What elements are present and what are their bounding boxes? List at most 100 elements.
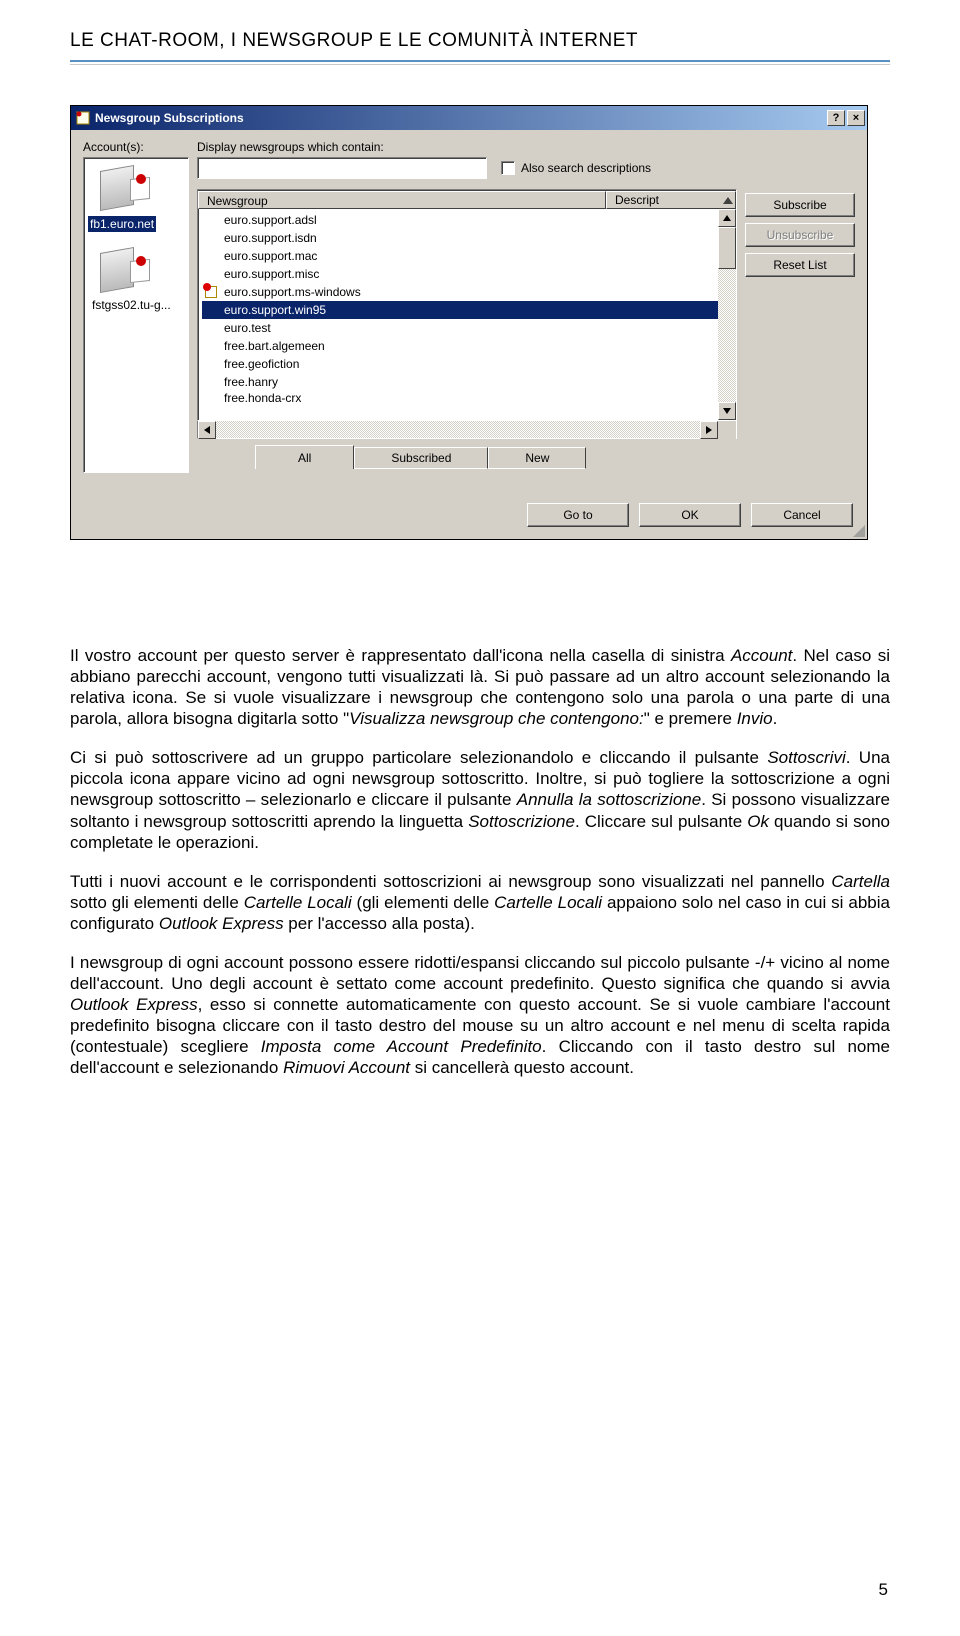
resize-grip-icon[interactable] [851,523,865,537]
scroll-up-button[interactable] [718,209,736,227]
paragraph: Tutti i nuovi account e le corrispondent… [70,871,890,934]
text: Tutti i nuovi account e le corrispondent… [70,872,831,891]
help-button[interactable]: ? [827,110,845,126]
tabs: All Subscribed New [197,445,737,469]
text: sotto gli elementi delle [70,893,244,912]
text-italic: Outlook Express [159,914,284,933]
titlebar-text: Newsgroup Subscriptions [95,111,825,125]
scroll-thumb[interactable] [718,227,736,269]
newsgroup-list: Newsgroup Descript euro.support.adsl eur… [197,189,737,439]
text-italic: Cartelle Locali [494,893,602,912]
text: " e premere [644,709,737,728]
checkbox-icon [501,161,515,175]
filter-label: Display newsgroups which contain: [197,140,737,154]
tab-subscribed[interactable]: Subscribed [354,447,488,469]
filter-input[interactable] [197,157,487,179]
close-button[interactable]: × [847,110,865,126]
account-item[interactable]: fb1.euro.net [88,164,184,232]
list-item[interactable]: free.bart.algemeen [202,337,718,355]
list-item-label: free.bart.algemeen [222,339,327,353]
vertical-scrollbar[interactable] [718,209,736,420]
scroll-corner [718,421,736,439]
reset-list-button[interactable]: Reset List [745,253,855,277]
text: . Cliccare sul pulsante [575,812,747,831]
text-italic: Rimuovi Account [283,1058,410,1077]
ok-button[interactable]: OK [639,503,741,527]
chevron-left-icon [204,426,210,434]
header-rule-top [70,60,890,62]
list-item-selected[interactable]: euro.support.win95 [202,301,718,319]
paragraph: Il vostro account per questo server è ra… [70,645,890,729]
scroll-down-button[interactable] [718,402,736,420]
paragraph: I newsgroup di ogni account possono esse… [70,952,890,1078]
scroll-track[interactable] [718,227,736,402]
account-label: fb1.euro.net [88,216,156,232]
text-italic: Imposta come Account Predefinito [261,1037,542,1056]
unsubscribe-button[interactable]: Unsubscribe [745,223,855,247]
list-item-label: euro.support.mac [222,249,319,263]
column-header-description-text: Descript [615,193,659,207]
list-item[interactable]: free.hanry [202,373,718,391]
list-item[interactable]: free.honda-crx [202,391,718,405]
list-item[interactable]: euro.support.adsl [202,211,718,229]
accounts-list[interactable]: fb1.euro.net fstgss02.tu-g... [83,157,189,473]
list-item-label: euro.support.misc [222,267,321,281]
list-item-label: euro.support.ms-windows [222,285,363,299]
scroll-right-button[interactable] [700,421,718,439]
text-italic: Sottoscrivi [767,748,845,767]
chevron-down-icon [723,408,731,414]
list-item-label: free.honda-crx [222,391,303,405]
tab-all[interactable]: All [255,445,354,469]
horizontal-scrollbar[interactable] [197,421,737,439]
header-rule-bottom [70,64,890,65]
account-item[interactable]: fstgss02.tu-g... [88,246,184,312]
list-item[interactable]: euro.support.misc [202,265,718,283]
list-item-label: euro.support.adsl [222,213,319,227]
list-item[interactable]: euro.support.isdn [202,229,718,247]
text-italic: Sottoscrizione [468,812,575,831]
accounts-label: Account(s): [83,140,189,154]
column-header-description[interactable]: Descript [606,191,736,209]
list-item-subscribed[interactable]: euro.support.ms-windows [202,283,718,301]
also-search-label: Also search descriptions [521,161,651,175]
page-number: 5 [879,1580,888,1600]
also-search-checkbox[interactable]: Also search descriptions [501,161,651,175]
text: (gli elementi delle [352,893,495,912]
text: Il vostro account per questo server è ra… [70,646,731,665]
tab-new[interactable]: New [488,447,586,469]
text-italic: Cartelle Locali [244,893,352,912]
list-item[interactable]: free.geofiction [202,355,718,373]
subscribed-icon [204,285,220,299]
text: Ci si può sottoscrivere ad un gruppo par… [70,748,767,767]
document-body: Il vostro account per questo server è ra… [70,645,890,1078]
list-item-label: euro.test [222,321,273,335]
cancel-button[interactable]: Cancel [751,503,853,527]
text-italic: Invio [737,709,773,728]
titlebar[interactable]: Newsgroup Subscriptions ? × [71,106,867,130]
page-title: LE CHAT-ROOM, I NEWSGROUP E LE COMUNITÀ … [70,30,890,52]
text: per l'accesso alla posta). [284,914,475,933]
list-item-label: euro.support.isdn [222,231,319,245]
server-icon [100,246,156,296]
chevron-up-icon [723,215,731,221]
scroll-left-button[interactable] [198,421,216,439]
list-item[interactable]: euro.test [202,319,718,337]
text-italic: Cartella [831,872,890,891]
goto-button[interactable]: Go to [527,503,629,527]
text-italic: Account [731,646,792,665]
sort-arrow-icon [723,197,733,204]
column-header-newsgroup[interactable]: Newsgroup [198,191,606,209]
chevron-right-icon [706,426,712,434]
list-item[interactable]: euro.support.mac [202,247,718,265]
text: . [773,709,778,728]
text-italic: Annulla la sottoscrizione [517,790,701,809]
text: si cancellerà questo account. [410,1058,634,1077]
list-item-label: free.geofiction [222,357,301,371]
account-label: fstgss02.tu-g... [88,298,171,312]
subscribe-button[interactable]: Subscribe [745,193,855,217]
server-icon [100,164,156,214]
text-italic: Outlook Express [70,995,198,1014]
newsgroup-subscriptions-dialog: Newsgroup Subscriptions ? × Account(s): … [70,105,868,540]
text: I newsgroup di ogni account possono esse… [70,953,890,993]
scroll-track[interactable] [216,421,700,438]
